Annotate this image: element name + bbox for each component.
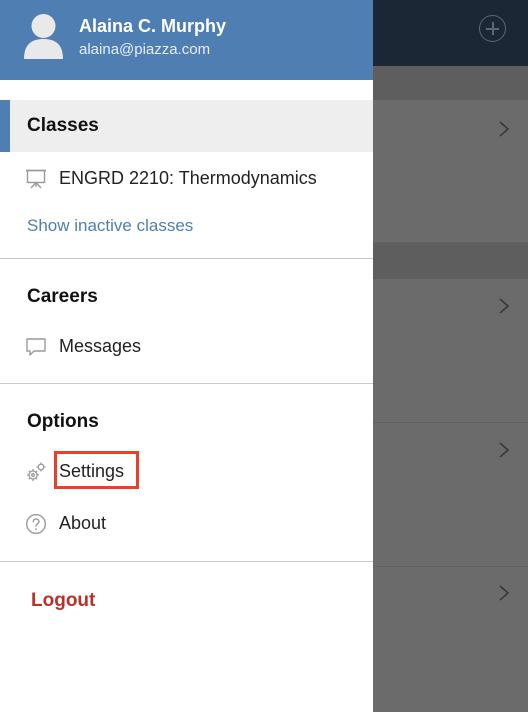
messages-label: Messages <box>59 336 142 356</box>
classes-section-header: Classes <box>0 100 373 152</box>
class-item-label: ENGRD 2210: Thermodynamics <box>59 168 317 188</box>
gears-icon <box>25 461 47 483</box>
presentation-board-icon <box>25 168 47 190</box>
settings-highlight-box <box>54 451 139 489</box>
chevron-right-icon <box>498 297 511 315</box>
user-email: alaina@piazza.com <box>79 41 211 58</box>
careers-item-messages[interactable]: Messages <box>0 326 373 366</box>
about-label: About <box>59 513 107 533</box>
message-bubble-icon <box>25 336 47 358</box>
chevron-right-icon <box>498 584 511 602</box>
add-plus-icon[interactable] <box>479 15 506 42</box>
active-section-indicator <box>0 100 10 152</box>
drawer-header[interactable]: Alaina C. Murphy alaina@piazza.com <box>0 0 373 80</box>
section-divider <box>0 258 373 259</box>
navigation-drawer: Alaina C. Murphy alaina@piazza.com Class… <box>0 0 373 712</box>
question-circle-icon <box>25 513 47 535</box>
show-inactive-classes-link[interactable]: Show inactive classes <box>27 216 193 236</box>
careers-title: Careers <box>27 286 98 307</box>
logout-button[interactable]: Logout <box>31 590 95 612</box>
chevron-right-icon <box>498 120 511 138</box>
section-divider <box>0 383 373 384</box>
class-item-engrd-2210[interactable]: ENGRD 2210: Thermodynamics <box>0 158 373 198</box>
avatar-icon <box>23 13 64 59</box>
classes-title: Classes <box>27 115 99 136</box>
options-title: Options <box>27 411 99 432</box>
section-divider <box>0 561 373 562</box>
options-item-about[interactable]: About <box>0 503 373 543</box>
chevron-right-icon <box>498 441 511 459</box>
user-name: Alaina C. Murphy <box>79 16 227 36</box>
